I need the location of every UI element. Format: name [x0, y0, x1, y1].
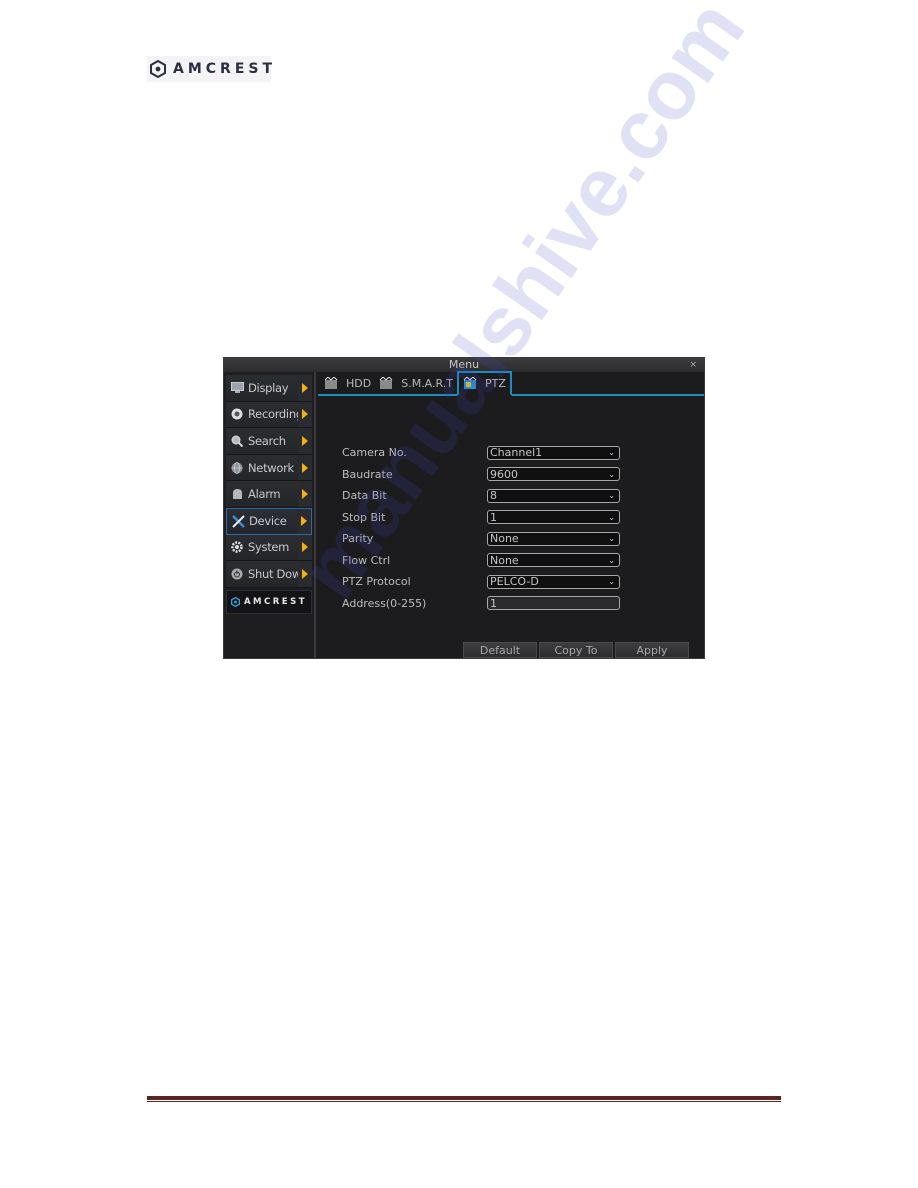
chevron-down-icon: ⌄ [608, 577, 615, 587]
magnifier-icon [230, 435, 244, 447]
tab-bar: HDD S.M.A.R.T PTZ [318, 371, 704, 396]
field-label: Address(0-255) [342, 596, 427, 610]
tab-label: HDD [346, 376, 372, 390]
amcrest-hex-icon [150, 60, 166, 78]
tab-smart[interactable]: S.M.A.R.T [375, 372, 457, 394]
footer-rule-thick [147, 1096, 781, 1100]
close-icon[interactable]: × [689, 358, 697, 372]
main-panel: HDD S.M.A.R.T PTZ Camera No. Channel1 ⌄ B… [318, 371, 704, 658]
form-row-ptz-protocol: PTZ Protocol PELCO-D ⌄ [342, 571, 632, 593]
field-label: Stop Bit [342, 510, 386, 524]
select-value: 8 [490, 489, 497, 503]
menu-window: Menu × Display Recording Search Network … [223, 357, 705, 659]
tab-hdd[interactable]: HDD [320, 372, 375, 394]
stop-bit-select[interactable]: 1 ⌄ [487, 510, 620, 525]
ptz-protocol-select[interactable]: PELCO-D ⌄ [487, 574, 620, 589]
chevron-down-icon: ⌄ [608, 555, 615, 565]
chevron-right-icon [298, 534, 312, 561]
default-button[interactable]: Default [463, 642, 537, 658]
form-row-data-bit: Data Bit 8 ⌄ [342, 485, 632, 507]
form-row-address: Address(0-255) 1 [342, 593, 632, 615]
select-value: None [490, 532, 519, 546]
chevron-down-icon: ⌄ [608, 469, 615, 479]
chevron-down-icon: ⌄ [608, 534, 615, 544]
sidebar-item-search[interactable]: Search [226, 428, 312, 455]
tab-ptz[interactable]: PTZ [456, 371, 512, 396]
sidebar-item-label: Network [248, 460, 294, 475]
select-value: None [490, 553, 519, 567]
tab-label: PTZ [484, 377, 506, 390]
footer-rule [147, 1096, 781, 1102]
form-row-baudrate: Baudrate 9600 ⌄ [342, 464, 632, 486]
form-row-flow-ctrl: Flow Ctrl None ⌄ [342, 550, 632, 572]
record-icon [230, 408, 244, 420]
chevron-down-icon: ⌄ [608, 491, 615, 501]
chevron-right-icon [298, 454, 312, 481]
sidebar-item-label: Recording [248, 407, 303, 422]
sidebar-amcrest-logo: AMCREST [226, 589, 312, 614]
field-label: Baudrate [342, 467, 393, 481]
chevron-right-icon [298, 561, 312, 587]
chevron-right-icon [298, 375, 312, 401]
chevron-right-icon [298, 401, 312, 428]
sidebar-item-alarm[interactable]: Alarm [226, 481, 312, 508]
select-value: Channel1 [490, 446, 543, 460]
chevron-right-icon [297, 508, 311, 534]
select-value: 9600 [490, 467, 518, 481]
data-bit-select[interactable]: 8 ⌄ [487, 488, 620, 503]
amcrest-hex-icon [230, 592, 241, 611]
clapper-icon [379, 375, 393, 390]
copy-to-button[interactable]: Copy To [539, 642, 613, 658]
sidebar-item-label: System [248, 540, 290, 555]
form-row-parity: Parity None ⌄ [342, 528, 632, 550]
bell-icon [230, 488, 244, 500]
sidebar-item-recording[interactable]: Recording [226, 401, 312, 429]
footer-rule-thin [147, 1101, 781, 1102]
clapper-icon [463, 376, 477, 390]
chevron-right-icon [298, 481, 312, 507]
globe-icon [230, 461, 244, 474]
tab-label: S.M.A.R.T [401, 376, 453, 390]
form-row-stop-bit: Stop Bit 1 ⌄ [342, 507, 632, 529]
gear-icon [230, 541, 244, 554]
field-label: Camera No. [342, 446, 407, 460]
select-value: 1 [490, 510, 497, 524]
chevron-down-icon: ⌄ [608, 448, 615, 458]
power-icon [230, 568, 244, 580]
chevron-down-icon: ⌄ [608, 512, 615, 522]
flow-ctrl-select[interactable]: None ⌄ [487, 553, 620, 568]
window-titlebar: Menu × [224, 358, 704, 372]
sidebar-item-label: Search [248, 433, 286, 448]
monitor-icon [230, 382, 244, 394]
address-input[interactable]: 1 [487, 596, 620, 611]
tools-icon [231, 514, 245, 528]
baudrate-select[interactable]: 9600 ⌄ [487, 467, 620, 482]
ptz-settings-form: Camera No. Channel1 ⌄ Baudrate 9600 ⌄ Data… [342, 442, 632, 614]
camera-no-select[interactable]: Channel1 ⌄ [487, 445, 620, 460]
sidebar-item-shut-down[interactable]: Shut Down [226, 561, 312, 588]
sidebar-logo-text: AMCREST [243, 596, 308, 607]
field-label: Flow Ctrl [342, 553, 391, 567]
sidebar-item-system[interactable]: System [226, 534, 312, 562]
sidebar-item-label: Display [248, 380, 289, 395]
amcrest-logo: AMCREST [147, 56, 272, 82]
field-label: PTZ Protocol [342, 575, 411, 589]
sidebar-item-label: Device [249, 514, 287, 529]
sidebar-item-network[interactable]: Network [226, 454, 312, 482]
sidebar: Display Recording Search Network Alarm D… [224, 372, 316, 658]
field-label: Data Bit [342, 489, 387, 503]
action-buttons: Default Copy To Apply [463, 642, 689, 658]
sidebar-item-display[interactable]: Display [226, 375, 312, 402]
apply-button[interactable]: Apply [615, 642, 689, 658]
select-value: PELCO-D [490, 575, 539, 589]
form-row-camera-no: Camera No. Channel1 ⌄ [342, 442, 632, 464]
field-label: Parity [342, 532, 374, 546]
parity-select[interactable]: None ⌄ [487, 531, 620, 546]
sidebar-item-device[interactable]: Device [226, 507, 312, 535]
sidebar-item-label: Alarm [248, 487, 281, 502]
window-title: Menu [448, 358, 480, 371]
clapper-icon [324, 375, 338, 390]
chevron-right-icon [298, 428, 312, 454]
logo-text: AMCREST [173, 61, 277, 77]
